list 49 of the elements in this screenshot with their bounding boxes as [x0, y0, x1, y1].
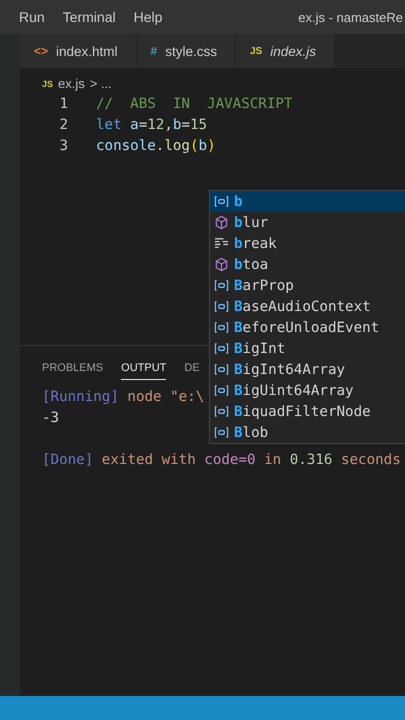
panel-tab[interactable]: DE: [184, 356, 200, 380]
file-type-icon: #: [150, 44, 158, 58]
variable-icon: [214, 320, 229, 335]
suggestion-item[interactable]: BiquadFilterNode: [210, 401, 405, 422]
menu-item[interactable]: Help: [134, 9, 162, 25]
suggestion-item[interactable]: b reak: [210, 233, 405, 254]
code-line: let a=12,b=15: [96, 116, 208, 132]
variable-icon: [214, 278, 229, 293]
variable-icon: [214, 383, 229, 398]
variable-icon: [214, 194, 229, 209]
panel-tab[interactable]: OUTPUT: [121, 356, 166, 380]
suggestion-item[interactable]: blur: [210, 212, 405, 233]
editor-tab[interactable]: # style.css: [136, 34, 235, 68]
suggestion-item[interactable]: Blob: [210, 422, 405, 443]
breadcrumb-item[interactable]: > ...: [90, 76, 112, 91]
suggestion-item[interactable]: btoa: [210, 254, 405, 275]
output-line: [Done] exited with code=0 in 0.316 seconds: [42, 452, 401, 468]
file-type-icon: <>: [34, 44, 48, 58]
line-number: 1: [58, 96, 69, 112]
suggestion-item[interactable]: BigInt: [210, 338, 405, 359]
editor-tab[interactable]: JS index.js: [236, 34, 334, 68]
file-type-icon: JS: [250, 46, 262, 56]
output-line: -3: [42, 410, 60, 426]
suggestion-item[interactable]: BigUint64Array: [210, 380, 405, 401]
output-line: [Running] node "e:\: [42, 388, 204, 404]
suggestion-item[interactable]: BaseAudioContext: [210, 296, 405, 317]
breadcrumb-item[interactable]: ex.js: [58, 76, 85, 91]
variable-icon: [214, 299, 229, 314]
suggestion-item[interactable]: BigInt64Array: [210, 359, 405, 380]
cube-icon: [214, 215, 229, 230]
code-line: console.log(b): [96, 138, 216, 154]
suggestion-item[interactable]: BarProp: [210, 275, 405, 296]
line-number: 2: [58, 116, 69, 132]
window-title: ex.js - namasteRe: [298, 10, 404, 24]
menu-item[interactable]: Terminal: [62, 9, 116, 25]
file-type-icon: JS: [42, 78, 54, 88]
variable-icon: [214, 362, 229, 377]
line-number: 3: [58, 138, 69, 154]
cube-icon: [214, 257, 229, 272]
keyword-icon: [214, 236, 229, 251]
code-line: // ABS IN JAVASCRIPT: [96, 96, 292, 112]
variable-icon: [214, 341, 229, 356]
suggestion-item[interactable]: b: [210, 191, 405, 212]
panel-tab[interactable]: PROBLEMS: [42, 356, 104, 380]
editor-tab[interactable]: <> index.html: [20, 34, 136, 68]
suggestion-item[interactable]: BeforeUnloadEvent: [210, 317, 405, 338]
variable-icon: [214, 425, 229, 440]
menu-item[interactable]: Run: [19, 9, 45, 25]
variable-icon: [214, 404, 229, 419]
